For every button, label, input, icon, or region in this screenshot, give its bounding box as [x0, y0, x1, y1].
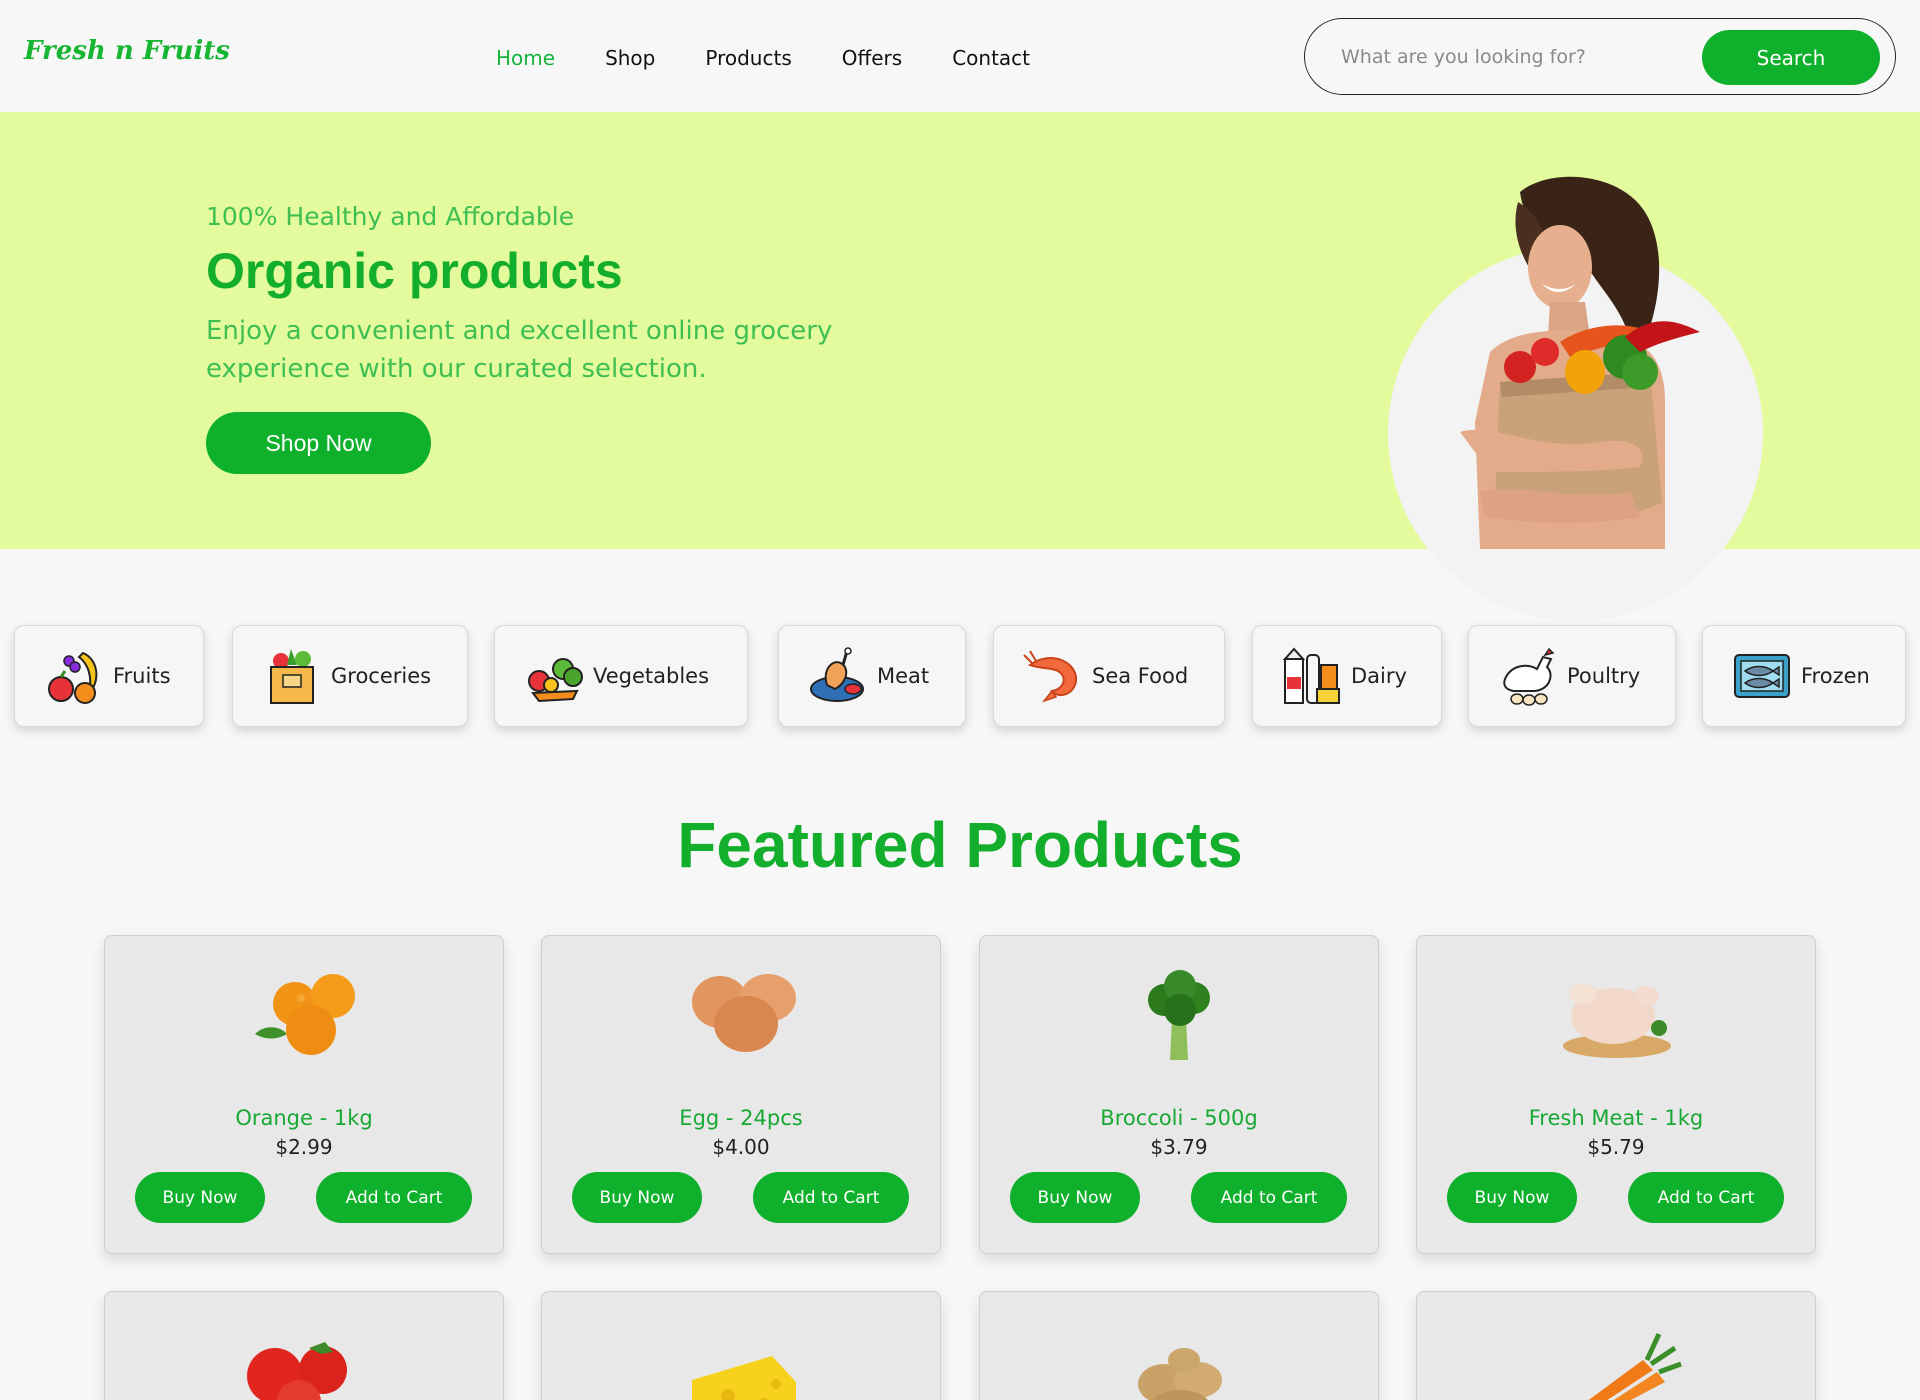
product-card-egg: Egg - 24pcs $4.00 Buy Now Add to Cart [541, 935, 941, 1254]
orange-image [255, 974, 355, 1055]
category-label: Frozen [1801, 664, 1870, 688]
poultry-icon [1503, 647, 1555, 706]
product-card-carrot [1416, 1291, 1816, 1400]
nav-offers[interactable]: Offers [842, 46, 902, 70]
egg-image [692, 974, 796, 1052]
category-fruits[interactable]: Fruits [14, 625, 204, 727]
product-price: $4.00 [712, 1135, 770, 1159]
category-label: Dairy [1351, 664, 1407, 688]
buy-now-button[interactable]: Buy Now [135, 1172, 265, 1223]
product-name: Egg - 24pcs [679, 1106, 803, 1130]
site-logo[interactable]: Fresh n Fruits [24, 36, 230, 66]
main-nav: Home Shop Products Offers Contact [496, 46, 1080, 70]
product-price: $5.79 [1587, 1135, 1645, 1159]
tomato-image [247, 1342, 347, 1400]
product-name: Orange - 1kg [235, 1106, 373, 1130]
vegetables-icon [528, 658, 583, 703]
site-header: Fresh n Fruits Home Shop Products Offers… [0, 0, 1920, 112]
category-seafood[interactable]: Sea Food [993, 625, 1225, 727]
product-price: $2.99 [275, 1135, 333, 1159]
add-to-cart-button[interactable]: Add to Cart [1191, 1172, 1347, 1223]
product-price: $3.79 [1150, 1135, 1208, 1159]
meat-icon [810, 647, 864, 702]
groceries-icon [270, 649, 314, 704]
category-label: Sea Food [1092, 664, 1189, 688]
dairy-icon [1282, 647, 1340, 704]
search-bar: Search [1304, 18, 1896, 95]
product-card-potato [979, 1291, 1379, 1400]
carrot-image [1588, 1332, 1682, 1400]
product-name: Broccoli - 500g [1100, 1106, 1258, 1130]
nav-shop[interactable]: Shop [605, 46, 655, 70]
hero-banner: 100% Healthy and Affordable Organic prod… [0, 112, 1920, 621]
search-input[interactable] [1341, 41, 1671, 73]
category-dairy[interactable]: Dairy [1252, 625, 1442, 727]
buy-now-button[interactable]: Buy Now [572, 1172, 702, 1223]
hero-kicker: 100% Healthy and Affordable [206, 202, 575, 231]
product-card-orange: Orange - 1kg $2.99 Buy Now Add to Cart [104, 935, 504, 1254]
category-frozen[interactable]: Frozen [1702, 625, 1906, 727]
category-label: Fruits [113, 664, 171, 688]
hero-title: Organic products [206, 243, 623, 299]
nav-contact[interactable]: Contact [952, 46, 1030, 70]
product-name: Fresh Meat - 1kg [1528, 1106, 1704, 1130]
buy-now-button[interactable]: Buy Now [1447, 1172, 1577, 1223]
category-strip: Fruits Groceries Vegetables Meat Sea Foo… [0, 625, 1920, 727]
featured-products-heading: Featured Products [677, 809, 1243, 881]
nav-home[interactable]: Home [496, 46, 555, 70]
category-label: Groceries [331, 664, 432, 688]
cheese-image [692, 1356, 796, 1400]
hero-woman-with-grocery-bag-image [1460, 176, 1700, 549]
category-meat[interactable]: Meat [778, 625, 966, 727]
potato-image [1138, 1348, 1222, 1400]
add-to-cart-button[interactable]: Add to Cart [316, 1172, 472, 1223]
add-to-cart-button[interactable]: Add to Cart [1628, 1172, 1784, 1223]
category-label: Vegetables [593, 664, 710, 688]
product-card-fresh-meat: Fresh Meat - 1kg $5.79 Buy Now Add to Ca… [1416, 935, 1816, 1254]
nav-products[interactable]: Products [705, 46, 791, 70]
add-to-cart-button[interactable]: Add to Cart [753, 1172, 909, 1223]
category-label: Poultry [1567, 664, 1641, 688]
broccoli-image [1148, 970, 1210, 1060]
hero-description: Enjoy a convenient and excellent online … [206, 316, 833, 384]
product-card-cheese [541, 1291, 941, 1400]
product-card-tomato [104, 1291, 504, 1400]
chicken-image [1563, 984, 1671, 1058]
product-card-broccoli: Broccoli - 500g $3.79 Buy Now Add to Car… [979, 935, 1379, 1254]
search-button[interactable]: Search [1702, 30, 1880, 85]
category-vegetables[interactable]: Vegetables [494, 625, 748, 727]
category-poultry[interactable]: Poultry [1468, 625, 1676, 727]
frozen-icon [1734, 654, 1790, 698]
fruits-icon [48, 651, 98, 704]
seafood-icon [1023, 650, 1078, 703]
category-groceries[interactable]: Groceries [232, 625, 468, 727]
buy-now-button[interactable]: Buy Now [1010, 1172, 1140, 1223]
category-label: Meat [877, 664, 930, 688]
shop-now-button[interactable]: Shop Now [206, 412, 431, 474]
